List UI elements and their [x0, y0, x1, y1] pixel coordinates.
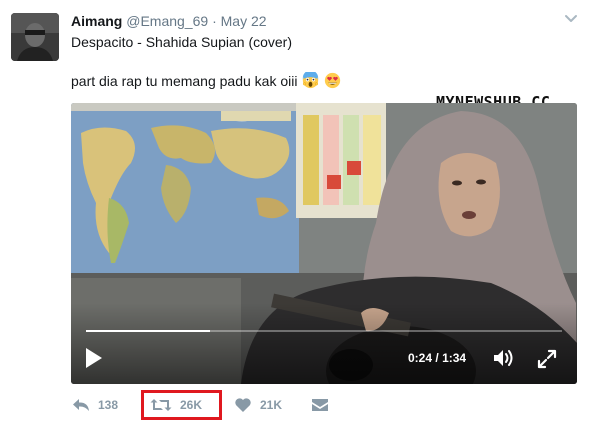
- play-icon[interactable]: [84, 347, 104, 369]
- tweet: Aimang @Emang_69 · May 22 Despacito - Sh…: [0, 0, 593, 430]
- separator-dot: ·: [212, 13, 217, 29]
- face-screaming-in-fear-icon: [303, 72, 319, 89]
- video-progress-bar[interactable]: [86, 330, 562, 332]
- avatar[interactable]: [11, 13, 59, 61]
- heart-icon: [235, 398, 251, 412]
- heart-eyes-icon: [325, 72, 341, 89]
- user-handle[interactable]: @Emang_69: [126, 13, 208, 29]
- tweet-header: Aimang @Emang_69 · May 22: [71, 12, 267, 30]
- reply-button[interactable]: 138: [72, 392, 118, 418]
- fullscreen-icon[interactable]: [537, 349, 557, 369]
- current-time: 0:24: [408, 351, 433, 365]
- video-frame: [71, 103, 577, 384]
- volume-icon[interactable]: [493, 348, 515, 368]
- chevron-down-icon[interactable]: [563, 10, 579, 26]
- tweet-text-body: part dia rap tu memang padu kak oiii: [71, 73, 298, 89]
- avatar-image: [11, 13, 59, 61]
- like-count: 21K: [260, 398, 283, 412]
- retweet-highlight-box: [141, 390, 222, 420]
- video-player[interactable]: 0:24 / 1:34: [71, 103, 577, 384]
- time-separator: /: [435, 351, 439, 365]
- direct-message-button[interactable]: [311, 392, 329, 418]
- envelope-icon: [312, 399, 328, 411]
- tweet-text-line-2: part dia rap tu memang padu kak oiii: [71, 72, 341, 89]
- duration: 1:34: [442, 351, 467, 365]
- display-name[interactable]: Aimang: [71, 13, 122, 29]
- like-button[interactable]: 21K: [234, 392, 282, 418]
- video-progress-fill: [86, 330, 210, 332]
- video-time: 0:24 / 1:34: [408, 351, 466, 365]
- tweet-actions: 138 26K 21K: [0, 392, 593, 422]
- tweet-text-line-1: Despacito - Shahida Supian (cover): [71, 34, 293, 50]
- tweet-date[interactable]: May 22: [221, 13, 267, 29]
- reply-count: 138: [98, 398, 119, 412]
- reply-icon: [73, 399, 89, 411]
